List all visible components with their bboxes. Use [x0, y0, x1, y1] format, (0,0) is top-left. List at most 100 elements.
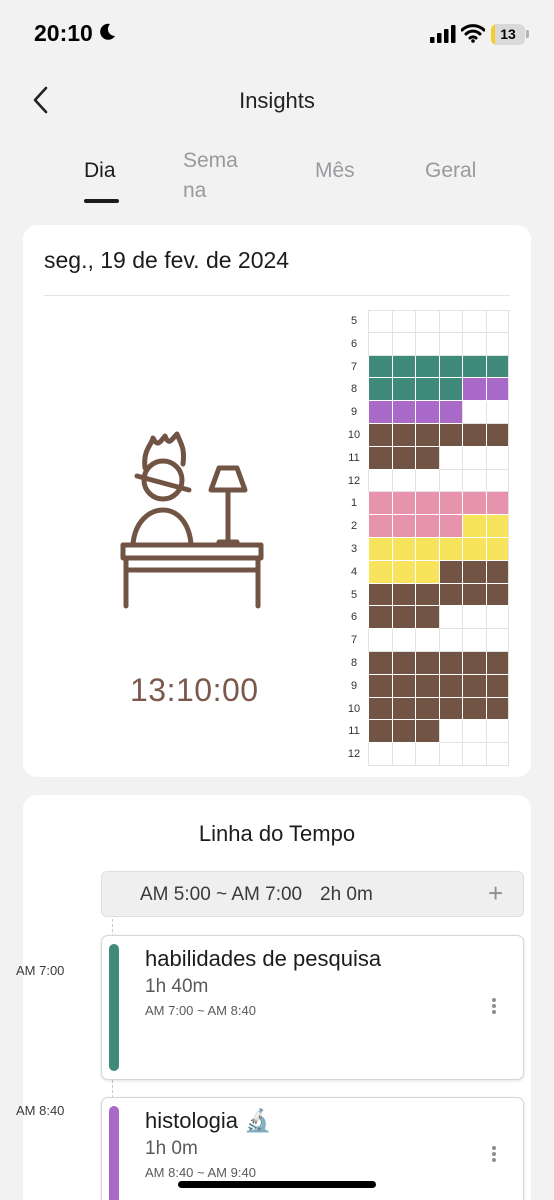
- hour-cell: [438, 697, 462, 721]
- tab-geral[interactable]: Geral: [425, 159, 476, 183]
- hour-cell: [438, 538, 462, 561]
- hour-cell: [438, 355, 462, 379]
- hour-label: 8: [350, 657, 358, 669]
- hour-cell: [368, 697, 392, 721]
- hour-cell: [438, 446, 462, 470]
- hour-cell: [485, 743, 509, 766]
- hour-row: 12: [340, 743, 510, 766]
- hour-cell: [485, 355, 509, 379]
- hour-cell: [438, 424, 462, 447]
- hour-label: 5: [350, 588, 358, 601]
- wifi-icon: [461, 24, 485, 43]
- hour-row: 4: [340, 560, 510, 584]
- hour-cell: [485, 401, 509, 424]
- empty-time-slot[interactable]: AM 5:00 ~ AM 7:00 2h 0m +: [101, 871, 524, 917]
- hour-cell: [391, 652, 415, 675]
- home-indicator: [178, 1181, 376, 1188]
- hour-cell: [438, 492, 462, 516]
- hour-row: 8: [340, 652, 510, 675]
- timeline-entry[interactable]: habilidades de pesquisa 1h 40m AM 7:00 ~…: [101, 935, 524, 1080]
- hour-cell: [368, 332, 392, 356]
- add-session-button[interactable]: +: [488, 880, 503, 906]
- hour-cell: [438, 629, 462, 652]
- battery-tip: [526, 30, 529, 38]
- hour-label: 7: [350, 360, 358, 373]
- elapsed-timer: 13:10:00: [130, 672, 259, 708]
- hour-row: 6: [340, 332, 510, 356]
- hour-row: 9: [340, 401, 510, 424]
- hour-label: 11: [348, 451, 360, 464]
- hour-cell: [391, 720, 415, 744]
- hour-cell: [462, 424, 486, 447]
- hour-cell: [462, 492, 486, 516]
- hour-cell: [415, 583, 439, 607]
- hour-cell: [391, 424, 415, 447]
- battery-level: 13: [500, 26, 516, 42]
- hour-cell: [391, 674, 415, 698]
- hour-cell: [368, 560, 392, 584]
- divider: [44, 295, 510, 296]
- hour-cell: [462, 560, 486, 584]
- hour-label: 10: [347, 702, 361, 715]
- hour-cell: [462, 310, 486, 333]
- entry-subject: histologia 🔬: [145, 1108, 272, 1133]
- tab-dia[interactable]: Dia: [84, 159, 116, 183]
- hour-cell: [415, 743, 439, 766]
- hour-cell: [391, 401, 415, 424]
- hour-cell: [462, 583, 486, 607]
- tab-mes[interactable]: Mês: [315, 159, 355, 183]
- status-bar: 20:10 13: [0, 0, 554, 66]
- hour-cell: [368, 355, 392, 379]
- status-time: 20:10: [34, 20, 93, 46]
- hour-cell: [415, 697, 439, 721]
- hour-cell: [415, 310, 439, 333]
- hour-cell: [368, 378, 392, 402]
- hour-cell: [415, 674, 439, 698]
- cellular-signal-icon: [430, 25, 456, 43]
- hour-row: 7: [340, 355, 510, 379]
- hour-cell: [391, 355, 415, 379]
- hour-cell: [368, 401, 392, 424]
- hour-grid: 5 6 7 8 9 10 11 12 1 2 3 4 5 6 7 8 9 10 11 12: [340, 310, 510, 766]
- hour-cell: [415, 446, 439, 470]
- hour-cell: [415, 515, 439, 538]
- empty-slot-range: AM 5:00 ~ AM 7:00: [140, 884, 303, 905]
- hour-label: 6: [350, 337, 358, 350]
- hour-cell: [438, 720, 462, 744]
- entry-start-time: AM 8:40: [16, 1103, 65, 1118]
- hour-cell: [415, 652, 439, 675]
- hour-cell: [368, 515, 392, 538]
- hour-label: 4: [350, 565, 358, 578]
- empty-slot-duration: 2h 0m: [320, 884, 373, 905]
- hour-row: 7: [340, 629, 510, 652]
- hour-label: 9: [350, 679, 358, 692]
- entry-duration: 1h 0m: [145, 1138, 198, 1159]
- hour-row: 9: [340, 674, 510, 698]
- page-title: Insights: [239, 88, 315, 113]
- active-tab-indicator: [84, 199, 119, 203]
- hour-cell: [485, 720, 509, 744]
- hour-cell: [415, 355, 439, 379]
- hour-cell: [462, 652, 486, 675]
- hour-cell: [415, 492, 439, 516]
- hour-cell: [438, 674, 462, 698]
- hour-cell: [415, 720, 439, 744]
- hour-cell: [391, 629, 415, 652]
- hour-row: 6: [340, 606, 510, 630]
- hour-cell: [485, 332, 509, 356]
- hour-cell: [368, 583, 392, 607]
- hour-cell: [438, 401, 462, 424]
- hour-cell: [485, 469, 509, 493]
- hour-cell: [391, 697, 415, 721]
- hour-cell: [368, 674, 392, 698]
- hour-cell: [391, 606, 415, 630]
- more-options-icon[interactable]: [487, 998, 501, 1018]
- hour-cell: [485, 378, 509, 402]
- more-options-icon[interactable]: [487, 1146, 501, 1166]
- tab-semana[interactable]: Sema na: [183, 146, 253, 206]
- hour-cell: [391, 560, 415, 584]
- hour-cell: [415, 629, 439, 652]
- hour-label: 12: [347, 474, 361, 487]
- hour-cell: [438, 310, 462, 333]
- hour-cell: [462, 743, 486, 766]
